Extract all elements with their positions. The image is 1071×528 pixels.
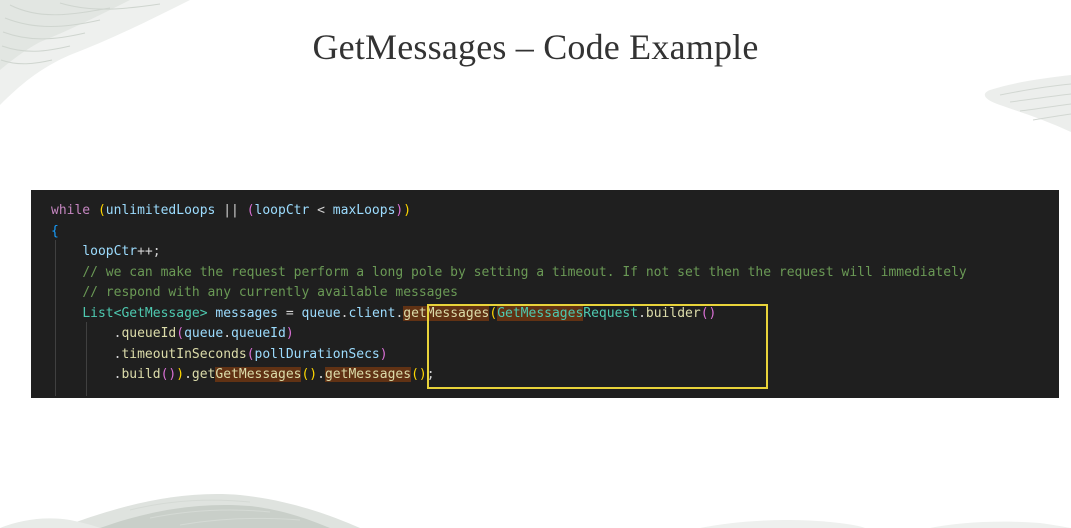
- code-token: .: [184, 367, 192, 382]
- code-token: (): [411, 367, 427, 382]
- code-line: // we can make the request perform a lon…: [31, 263, 1059, 284]
- code-token: loopCtr: [82, 244, 138, 259]
- code-token: GetMessages: [215, 367, 302, 382]
- code-token: ): [379, 346, 388, 362]
- code-token: .: [638, 305, 646, 321]
- code-token: (): [700, 305, 717, 321]
- slide-title: GetMessages – Code Example: [312, 27, 759, 67]
- code-token: =: [278, 305, 302, 321]
- code-token: ): [285, 326, 294, 341]
- code-token: loopCtr: [254, 203, 310, 218]
- code-token: queue: [184, 326, 224, 341]
- code-token: ;: [426, 367, 435, 382]
- code-line: // respond with any currently available …: [31, 283, 1059, 304]
- code-block: while (unlimitedLoops || (loopCtr < maxL…: [31, 190, 1059, 398]
- code-token: GetMessages: [497, 305, 584, 321]
- code-token: .: [223, 326, 232, 341]
- code-line: .build()).getGetMessages().getMessages()…: [31, 365, 1059, 386]
- code-line: {: [31, 222, 1059, 243]
- code-token: <: [309, 203, 333, 218]
- code-token: (: [97, 203, 106, 218]
- code-token: GetMessage: [121, 305, 200, 321]
- decorative-texture-right: [984, 75, 1071, 132]
- code-token: timeoutInSeconds: [121, 346, 247, 362]
- code-token: maxLoops: [332, 203, 396, 218]
- code-token: (: [246, 346, 255, 362]
- code-token: (: [176, 326, 185, 341]
- code-line: loopCtr++;: [31, 242, 1059, 263]
- code-token: (: [246, 203, 255, 218]
- code-line: .queueId(queue.queueId): [31, 324, 1059, 345]
- code-token: // respond with any currently available …: [82, 285, 458, 300]
- code-token: List: [82, 305, 114, 321]
- code-token: (): [301, 367, 318, 382]
- code-token: messages: [215, 305, 279, 321]
- decorative-texture-bottom: [0, 494, 1071, 528]
- code-token: ++;: [137, 244, 161, 259]
- code-line: while (unlimitedLoops || (loopCtr < maxL…: [31, 201, 1059, 222]
- code-token: builder: [645, 305, 701, 321]
- code-token: client: [348, 305, 396, 321]
- code-token: {: [51, 223, 59, 239]
- code-token: ): [176, 367, 185, 382]
- code-token: while: [51, 203, 91, 218]
- code-token: // we can make the request perform a lon…: [82, 264, 967, 280]
- code-token: queueId: [231, 326, 286, 341]
- code-token: build: [121, 367, 161, 382]
- code-token: >: [199, 305, 208, 321]
- code-token: ): [403, 203, 412, 218]
- code-token: (: [489, 305, 498, 321]
- code-token: queue: [301, 305, 341, 321]
- code-token: queueId: [121, 326, 177, 341]
- code-token: Request: [583, 305, 639, 321]
- code-token: (): [160, 367, 177, 382]
- code-token: .: [317, 367, 325, 382]
- code-token: getMessages: [324, 367, 412, 382]
- code-token: get: [191, 367, 216, 382]
- code-token: getMessages: [403, 305, 490, 321]
- code-token: pollDurationSecs: [254, 346, 380, 362]
- slide: GetMessages – Code Example while (unlimi…: [0, 0, 1071, 528]
- code-line: .timeoutInSeconds(pollDurationSecs): [31, 345, 1059, 366]
- indent-guide: [86, 322, 87, 396]
- code-line: List<GetMessage> messages = queue.client…: [31, 304, 1059, 325]
- indent-guide: [55, 240, 56, 396]
- code-token: unlimitedLoops: [105, 203, 216, 218]
- code-token: ||: [215, 203, 247, 218]
